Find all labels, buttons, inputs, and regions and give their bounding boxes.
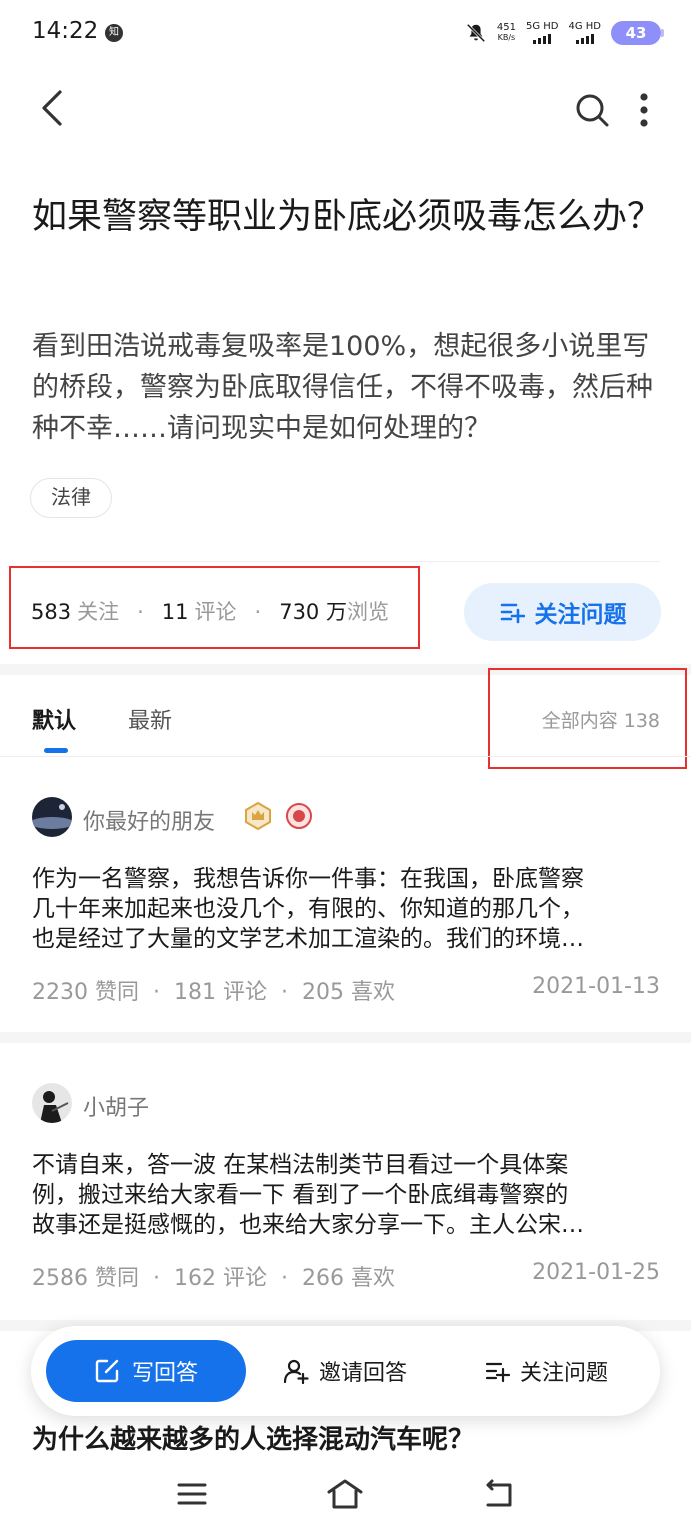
- answer-excerpt-line: 几十年来加起来也没几个，有限的、你知道的那几个，: [32, 896, 584, 922]
- answer-excerpt-line: 故事还是挺感慨的，也来给大家分享一下。主人公宋…: [32, 1212, 584, 1238]
- divider: [0, 756, 691, 757]
- system-navigation-bar: [0, 1470, 691, 1535]
- follow-question-button[interactable]: 关注问题: [464, 583, 661, 641]
- answer-excerpt-line: 也是经过了大量的文学艺术加工渲染的。我们的环境…: [32, 926, 584, 952]
- answer-excerpt-line: 作为一名警察，我想告诉你一件事：在我国，卧底警察: [32, 866, 584, 892]
- answer-card[interactable]: 你最好的朋友 作为一名警察，我想告诉你一件事：在我国，卧底警察 几十年来加起来也…: [0, 780, 691, 1030]
- question-description[interactable]: 看到田浩说戒毒复吸率是100%，想起很多小说里写的桥段，警察为卧底取得信任，不得…: [32, 326, 662, 449]
- favs-count: 205: [302, 980, 345, 1005]
- search-icon[interactable]: [572, 90, 612, 130]
- follow-question-label: 关注问题: [534, 602, 627, 628]
- author-name[interactable]: 你最好的朋友: [83, 804, 215, 836]
- likes-unit: 赞同: [95, 1266, 140, 1291]
- section-separator: [0, 1032, 691, 1043]
- answer-action-bar: 写回答 邀请回答 关注问题: [31, 1326, 660, 1416]
- crown-badge-icon: [245, 802, 271, 830]
- answer-counts: 2230 赞同 · 181 评论 · 205 喜欢: [32, 980, 396, 1005]
- answer-meta: 2230 赞同 · 181 评论 · 205 喜欢 2021-01-13: [32, 974, 660, 1006]
- answer-excerpt-line: 不请自来，答一波 在某档法制类节目看过一个具体案: [32, 1152, 569, 1178]
- follow-list-icon: [500, 603, 525, 624]
- network-speed-value: 451: [496, 22, 516, 33]
- answer-excerpt[interactable]: 作为一名警察，我想告诉你一件事：在我国，卧底警察 几十年来加起来也没几个，有限的…: [32, 864, 662, 954]
- home-icon[interactable]: [325, 1478, 365, 1510]
- invite-answer-button[interactable]: 邀请回答: [283, 1340, 407, 1402]
- mute-bell-icon: [466, 23, 486, 43]
- answer-date: 2021-01-25: [532, 1260, 660, 1285]
- follow-question-button-bottom[interactable]: 关注问题: [484, 1340, 608, 1402]
- favs-unit: 喜欢: [351, 1266, 396, 1291]
- divider: [32, 561, 660, 562]
- avatar[interactable]: [32, 1083, 72, 1123]
- author-name[interactable]: 小胡子: [83, 1090, 149, 1122]
- answer-date: 2021-01-13: [532, 974, 660, 999]
- tab-default[interactable]: 默认: [32, 703, 76, 735]
- follow-question-label: 关注问题: [520, 1361, 609, 1386]
- likes-count: 2230: [32, 980, 88, 1005]
- signal-bars-icon: [568, 34, 601, 44]
- follow-list-icon: [485, 1362, 510, 1383]
- network-speed-unit: KB/s: [497, 33, 516, 42]
- favs-count: 266: [302, 1266, 345, 1291]
- tab-newest[interactable]: 最新: [128, 703, 172, 735]
- likes-count: 2586: [32, 1266, 88, 1291]
- comments-count: 162: [174, 1266, 217, 1291]
- answer-counts: 2586 赞同 · 162 评论 · 266 喜欢: [32, 1266, 396, 1291]
- favs-unit: 喜欢: [351, 980, 396, 1005]
- network-speed: 451 KB/s: [497, 23, 516, 43]
- active-tab-indicator: [44, 748, 68, 753]
- topic-tag[interactable]: 法律: [30, 478, 112, 518]
- write-answer-label: 写回答: [131, 1361, 198, 1386]
- comments-unit: 评论: [223, 980, 268, 1005]
- battery-indicator: 43: [611, 21, 664, 45]
- signal-bars-icon: [526, 34, 559, 44]
- comments-count: 181: [174, 980, 217, 1005]
- comments-unit: 评论: [223, 1266, 268, 1291]
- back-nav-icon[interactable]: [484, 1478, 516, 1510]
- status-indicators: 451 KB/s 5G HD 4G HD 43: [465, 20, 664, 46]
- answer-card[interactable]: 小胡子 不请自来，答一波 在某档法制类节目看过一个具体案 例，搬过来给大家看一下…: [0, 1066, 691, 1316]
- signal-4g: 4G HD: [568, 22, 601, 44]
- zhihu-app-icon: 知: [105, 24, 123, 42]
- likes-unit: 赞同: [95, 980, 140, 1005]
- more-vertical-icon[interactable]: [632, 90, 656, 130]
- write-answer-button[interactable]: 写回答: [46, 1340, 246, 1402]
- annotation-highlight-box: [9, 566, 420, 649]
- avatar-image: [32, 797, 72, 837]
- avatar[interactable]: [32, 797, 72, 837]
- question-title: 如果警察等职业为卧底必须吸毒怎么办？: [32, 197, 663, 237]
- related-question-title[interactable]: 为什么越来越多的人选择混动汽车呢？: [32, 1419, 474, 1456]
- signal-5g-label: 5G HD: [525, 21, 559, 32]
- status-time: 14:22: [32, 18, 99, 44]
- menu-icon[interactable]: [176, 1478, 208, 1510]
- answer-excerpt[interactable]: 不请自来，答一波 在某档法制类节目看过一个具体案 例，搬过来给大家看一下 看到了…: [32, 1150, 662, 1240]
- answer-meta: 2586 赞同 · 162 评论 · 266 喜欢 2021-01-25: [32, 1260, 660, 1292]
- answer-excerpt-line: 例，搬过来给大家看一下 看到了一个卧底缉毒警察的: [32, 1182, 569, 1208]
- edit-icon: [95, 1359, 119, 1383]
- status-bar: 14:22 知 451 KB/s 5G HD 4G HD 43: [0, 0, 691, 64]
- invite-answer-label: 邀请回答: [319, 1361, 408, 1386]
- annotation-highlight-box: [488, 668, 687, 769]
- avatar-image: [32, 1083, 72, 1123]
- signal-5g: 5G HD: [525, 21, 559, 44]
- signal-4g-label: 4G HD: [568, 21, 601, 32]
- back-arrow-icon[interactable]: [34, 86, 74, 130]
- medal-badge-icon: [286, 803, 312, 829]
- invite-user-icon: [283, 1359, 309, 1384]
